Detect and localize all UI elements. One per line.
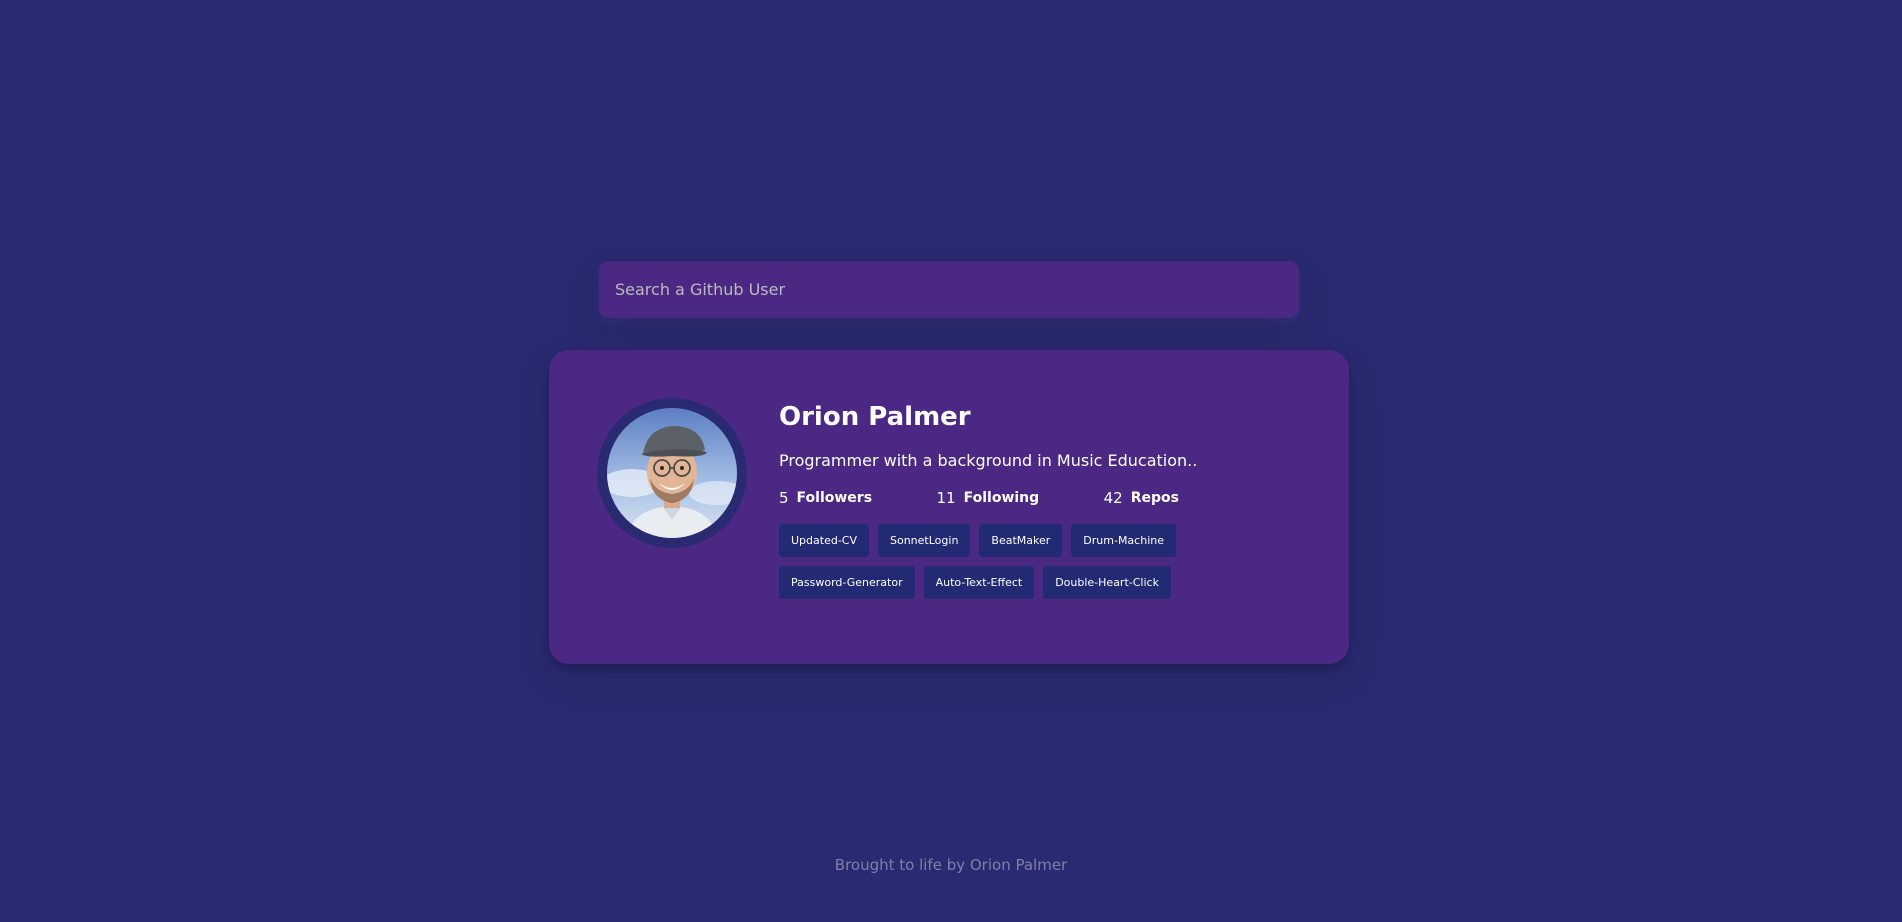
search-input[interactable] [599, 261, 1299, 318]
followers-label: Followers [796, 490, 873, 506]
repo-link-sonnetlogin[interactable]: SonnetLogin [878, 524, 971, 557]
followers-count: 5 [779, 489, 789, 507]
user-bio: Programmer with a background in Music Ed… [779, 451, 1198, 470]
user-info: Orion Palmer Programmer with a backgroun… [779, 398, 1219, 616]
following-count: 11 [936, 489, 956, 507]
avatar-image [607, 408, 737, 538]
repo-link-drum-machine[interactable]: Drum-Machine [1071, 524, 1176, 557]
repo-link-auto-text-effect[interactable]: Auto-Text-Effect [923, 566, 1035, 599]
avatar [597, 398, 747, 548]
user-name: Orion Palmer [779, 402, 971, 432]
search-form [599, 261, 1299, 318]
following-label: Following [963, 490, 1040, 506]
repo-link-password-generator[interactable]: Password-Generator [779, 566, 915, 599]
followers-stat: 5 Followers [779, 487, 872, 509]
repos-stat: 42 Repos [1104, 487, 1179, 509]
repo-link-beatmaker[interactable]: BeatMaker [979, 524, 1063, 557]
repo-list: Updated-CV SonnetLogin BeatMaker Drum-Ma… [779, 524, 1219, 599]
repo-link-double-heart-click[interactable]: Double-Heart-Click [1043, 566, 1171, 599]
user-card: Orion Palmer Programmer with a backgroun… [549, 350, 1349, 664]
repo-link-updated-cv[interactable]: Updated-CV [779, 524, 869, 557]
repos-count: 42 [1103, 489, 1123, 507]
repos-label: Repos [1130, 490, 1179, 506]
footer-credit: Brought to life by Orion Palmer [834, 856, 1068, 874]
avatar-wrapper [597, 398, 747, 616]
following-stat: 11 Following [937, 487, 1040, 509]
user-stats: 5 Followers 11 Following 42 Repos [779, 487, 1179, 509]
